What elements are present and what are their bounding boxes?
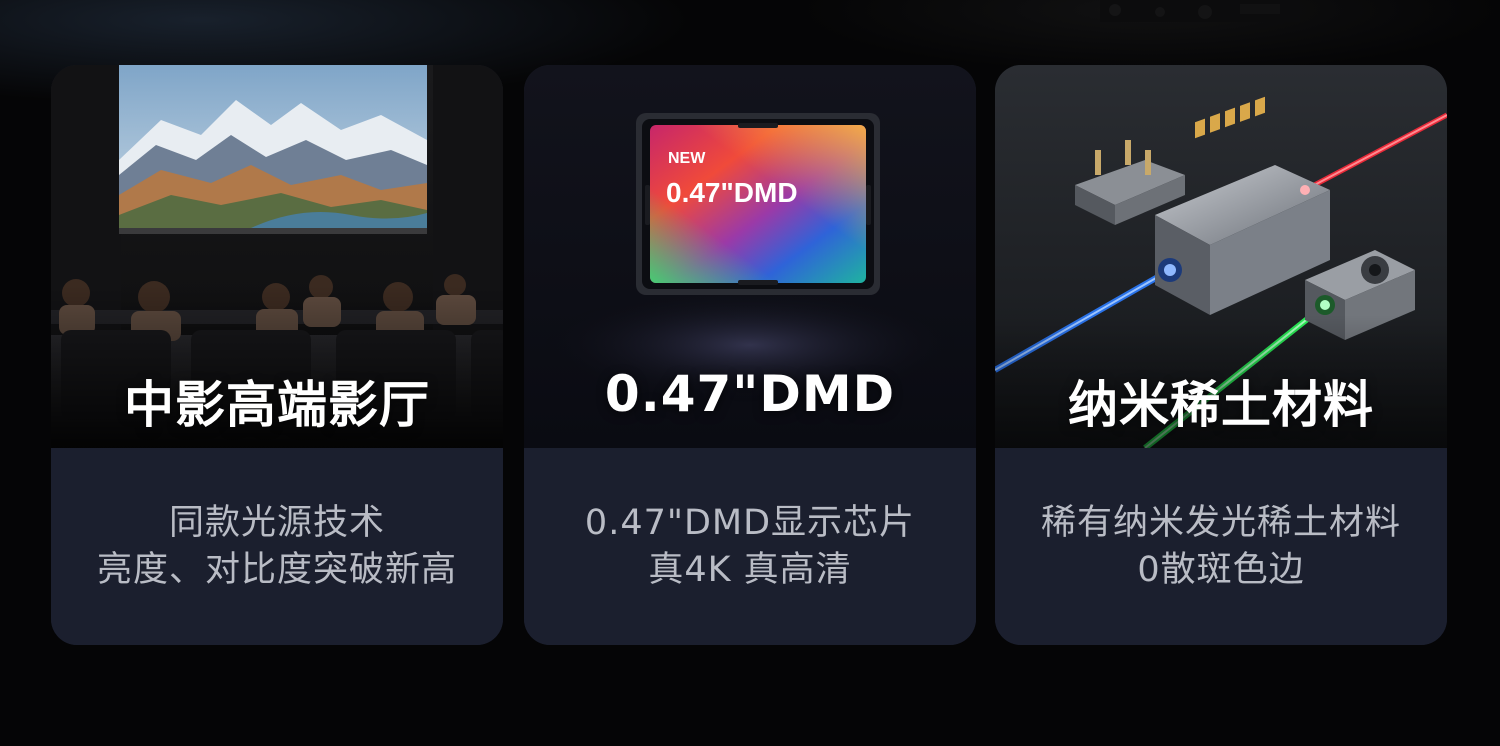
chip-label: 0.47"DMD — [666, 177, 798, 208]
chip-badge: NEW — [668, 150, 706, 167]
top-equipment-silhouette — [1100, 0, 1300, 22]
description-line: 亮度、对比度突破新高 — [96, 550, 457, 590]
description-line: 真4K 真高清 — [648, 550, 852, 590]
card-description: 稀有纳米发光稀土材料 0散斑色边 — [995, 448, 1447, 645]
card-description: 同款光源技术 亮度、对比度突破新高 — [51, 448, 503, 645]
description-line: 0散斑色边 — [1137, 550, 1305, 590]
feature-card-rare-earth: 纳米稀土材料 稀有纳米发光稀土材料 0散斑色边 — [995, 65, 1447, 645]
card-title: 0.47"DMD — [604, 365, 896, 423]
feature-card-cinema: 中影高端影厅 同款光源技术 亮度、对比度突破新高 — [51, 65, 503, 645]
card-title: 中影高端影厅 — [124, 376, 430, 434]
description-line: 同款光源技术 — [168, 503, 385, 543]
feature-card-dmd: NEW 0.47"DMD 0.47"DMD 0.47"DMD显示芯片 真4K 真… — [524, 65, 976, 645]
description-line: 稀有纳米发光稀土材料 — [1040, 503, 1401, 543]
card-title: 纳米稀土材料 — [1068, 376, 1374, 434]
description-line: 0.47"DMD显示芯片 — [584, 503, 916, 543]
card-description: 0.47"DMD显示芯片 真4K 真高清 — [524, 448, 976, 645]
